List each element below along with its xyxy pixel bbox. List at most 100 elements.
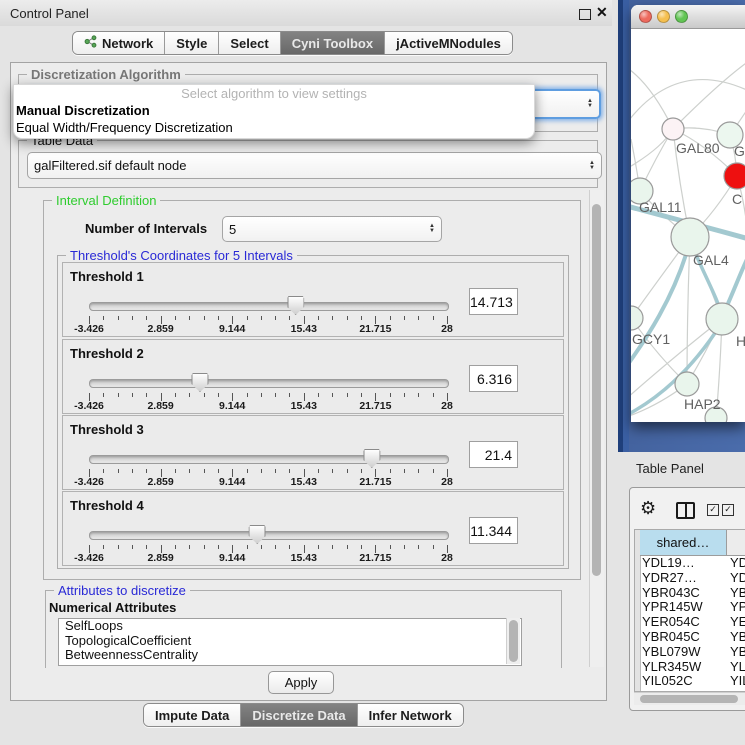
network-edge[interactable] [687, 237, 690, 384]
tab-infer-network[interactable]: Infer Network [357, 704, 463, 726]
network-edge[interactable] [673, 61, 745, 129]
apply-button[interactable]: Apply [268, 671, 334, 694]
threshold-slider-1[interactable] [89, 296, 447, 316]
table-cell[interactable]: YBR0 [730, 586, 745, 601]
table-hscrollbar-thumb[interactable] [640, 695, 738, 703]
list-item[interactable]: BetweennessCentrality [59, 648, 521, 663]
table-cell[interactable]: YIL052C [642, 674, 693, 689]
table-row[interactable]: YER054C YER0 [635, 615, 745, 630]
float-window-icon[interactable] [579, 9, 591, 20]
tab-style[interactable]: Style [164, 32, 218, 54]
table-cell[interactable]: YBL079W [642, 645, 701, 660]
table-row[interactable]: YLR345W YLR3 [635, 660, 745, 675]
close-light[interactable] [639, 10, 652, 23]
table-row[interactable]: YDR27… YDR2 [635, 571, 745, 586]
network-node[interactable] [724, 163, 745, 189]
network-node[interactable] [662, 118, 684, 140]
column-header-2[interactable]: n… [727, 530, 745, 556]
threshold-slider-3[interactable] [89, 449, 447, 469]
table-cell[interactable]: YER0 [730, 615, 745, 630]
table-row[interactable]: YIL052C YIL0 [635, 674, 745, 689]
threshold-value-field[interactable]: 6.316 [469, 365, 518, 392]
slider-thumb[interactable] [191, 373, 208, 392]
slider-track[interactable] [89, 302, 449, 311]
checkbox-icon[interactable]: ✓ [722, 504, 734, 516]
tick-mark [146, 393, 147, 397]
table-cell[interactable]: YBR0 [730, 630, 745, 645]
zoom-light[interactable] [675, 10, 688, 23]
tab-select[interactable]: Select [218, 32, 279, 54]
threshold-slider-4[interactable] [89, 525, 447, 545]
table-cell[interactable]: YER054C [642, 615, 700, 630]
tab-label: Infer Network [369, 708, 452, 723]
table-cell[interactable]: YLR345W [642, 660, 701, 675]
table-row[interactable]: YBR045C YBR0 [635, 630, 745, 645]
panel-vertical-scrollbar[interactable] [589, 190, 604, 667]
table-row[interactable]: YPR145W YPR1 [635, 600, 745, 615]
table-cell[interactable]: YDL19… [642, 556, 695, 571]
column-header-1[interactable]: shared… [640, 530, 727, 556]
threshold-value-field[interactable]: 14.713 [469, 288, 518, 315]
discretization-algorithm-title: Discretization Algorithm [27, 67, 185, 82]
table-cell[interactable]: YIL0 [730, 674, 745, 689]
table-cell[interactable]: YBL0 [730, 645, 745, 660]
network-edge[interactable] [631, 80, 745, 124]
threshold-value-field[interactable]: 21.4 [469, 441, 518, 468]
slider-track[interactable] [89, 531, 449, 540]
network-node[interactable] [631, 306, 643, 330]
tick-mark [146, 545, 147, 549]
table-horizontal-scrollbar[interactable] [634, 692, 745, 705]
attributes-list-scrollbar[interactable] [506, 618, 520, 664]
node-table: shared…n…YDL19…YDL1YDR27…YDR2YBR043CYBR0… [634, 529, 745, 692]
tab-jactivemnodules[interactable]: jActiveMNodules [384, 32, 512, 54]
slider-track[interactable] [89, 455, 449, 464]
tab-discretize-data[interactable]: Discretize Data [240, 704, 356, 726]
table-cell[interactable]: YPR145W [642, 600, 703, 615]
tick-mark [189, 545, 190, 549]
panel-scrollbar-thumb[interactable] [592, 204, 601, 576]
gear-icon[interactable]: ⚙ [640, 499, 656, 517]
table-panel: ⚙ ✓ ✓ shared…n…YDL19…YDL1YDR27…YDR2YBR04… [629, 487, 745, 711]
table-panel-title: Table Panel [636, 461, 704, 476]
network-node[interactable] [671, 218, 709, 256]
slider-thumb[interactable] [363, 449, 380, 468]
close-icon[interactable]: ✕ [596, 4, 608, 21]
tick-mark [361, 316, 362, 320]
network-node[interactable] [706, 303, 738, 335]
slider-thumb[interactable] [249, 525, 266, 544]
attributes-scrollbar-thumb[interactable] [509, 620, 518, 662]
tab-network[interactable]: Network [73, 32, 164, 54]
table-cell[interactable]: YPR1 [730, 600, 745, 615]
threshold-label: Threshold 1 [70, 269, 144, 284]
table-cell[interactable]: YLR3 [730, 660, 745, 675]
slider-thumb[interactable] [287, 296, 304, 315]
list-item[interactable]: SelfLoops [59, 619, 521, 634]
table-row[interactable]: YBR043C YBR0 [635, 586, 745, 601]
table-cell[interactable]: YBR045C [642, 630, 700, 645]
tab-cyni-toolbox[interactable]: Cyni Toolbox [280, 32, 384, 54]
table-cell[interactable]: YDR27… [642, 571, 697, 586]
table-cell[interactable]: YBR043C [642, 586, 700, 601]
dropdown-placeholder: Select algorithm to view settings [14, 85, 534, 102]
columns-icon[interactable] [676, 502, 695, 519]
table-cell[interactable]: YDL1 [730, 556, 745, 571]
table-row[interactable]: YDL19… YDL1 [635, 556, 745, 571]
table-row[interactable]: YBL079W YBL0 [635, 645, 745, 660]
checkbox-icon[interactable]: ✓ [707, 504, 719, 516]
network-node[interactable] [675, 372, 699, 396]
table-data-combo[interactable]: galFiltered.sif default node ▲▼ [27, 152, 602, 179]
numerical-attributes-list[interactable]: SelfLoopsTopologicalCoefficientBetweenne… [58, 618, 522, 666]
dropdown-option-equal-width[interactable]: Equal Width/Frequency Discretization [14, 119, 534, 136]
dropdown-option-manual[interactable]: Manual Discretization [14, 102, 534, 119]
network-canvas[interactable]: GAL80GGAL11CGAL4GCY1HHAP2 [631, 29, 745, 422]
num-intervals-combo[interactable]: 5 ▲▼ [222, 216, 442, 242]
list-item[interactable]: TopologicalCoefficient [59, 634, 521, 649]
slider-track[interactable] [89, 379, 449, 388]
table-cell[interactable]: YDR2 [730, 571, 745, 586]
threshold-value-field[interactable]: 11.344 [469, 517, 518, 544]
network-window-titlebar[interactable] [631, 5, 745, 29]
tick-mark [247, 469, 248, 473]
threshold-slider-2[interactable] [89, 373, 447, 393]
tab-impute-data[interactable]: Impute Data [144, 704, 240, 726]
minimize-light[interactable] [657, 10, 670, 23]
